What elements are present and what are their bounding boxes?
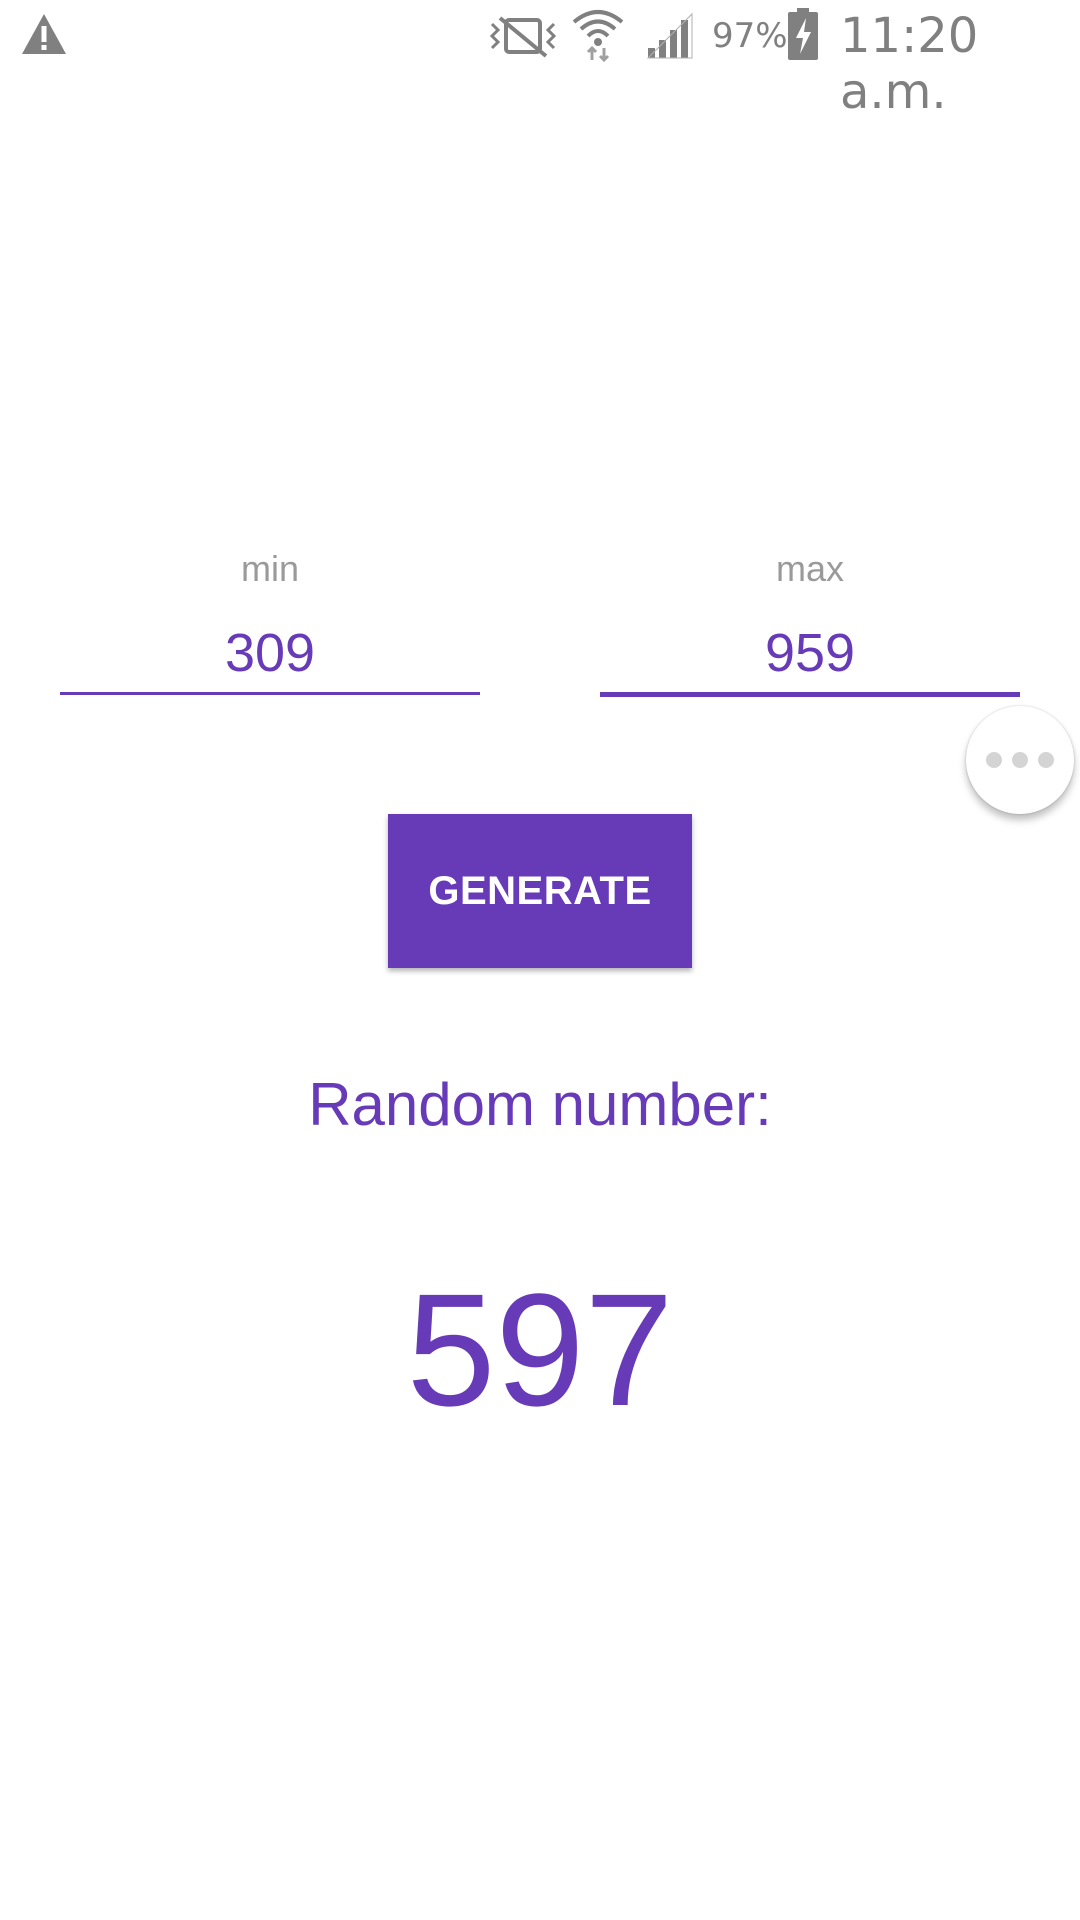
min-underline xyxy=(60,692,480,695)
max-input[interactable] xyxy=(600,612,1020,694)
warning-icon xyxy=(20,12,68,61)
result-value: 597 xyxy=(406,1260,674,1439)
vibrate-off-icon xyxy=(488,14,558,63)
more-dot-icon xyxy=(986,752,1002,768)
status-bar: 97% 11:20 a.m. xyxy=(0,0,1080,120)
floating-more-button[interactable] xyxy=(966,706,1074,814)
signal-icon xyxy=(646,12,696,65)
max-underline xyxy=(600,692,1020,697)
result-label: Random number: xyxy=(308,1071,772,1138)
min-input[interactable] xyxy=(60,612,480,694)
wifi-icon xyxy=(572,8,624,67)
battery-percent: 97% xyxy=(712,16,788,56)
more-dot-icon xyxy=(1038,752,1054,768)
generate-button[interactable]: GENERATE xyxy=(388,814,692,968)
status-time: 11:20 a.m. xyxy=(840,8,979,120)
more-dot-icon xyxy=(1012,752,1028,768)
min-label: min xyxy=(240,548,299,589)
battery-charging-icon xyxy=(788,8,818,65)
max-label: max xyxy=(775,548,844,589)
